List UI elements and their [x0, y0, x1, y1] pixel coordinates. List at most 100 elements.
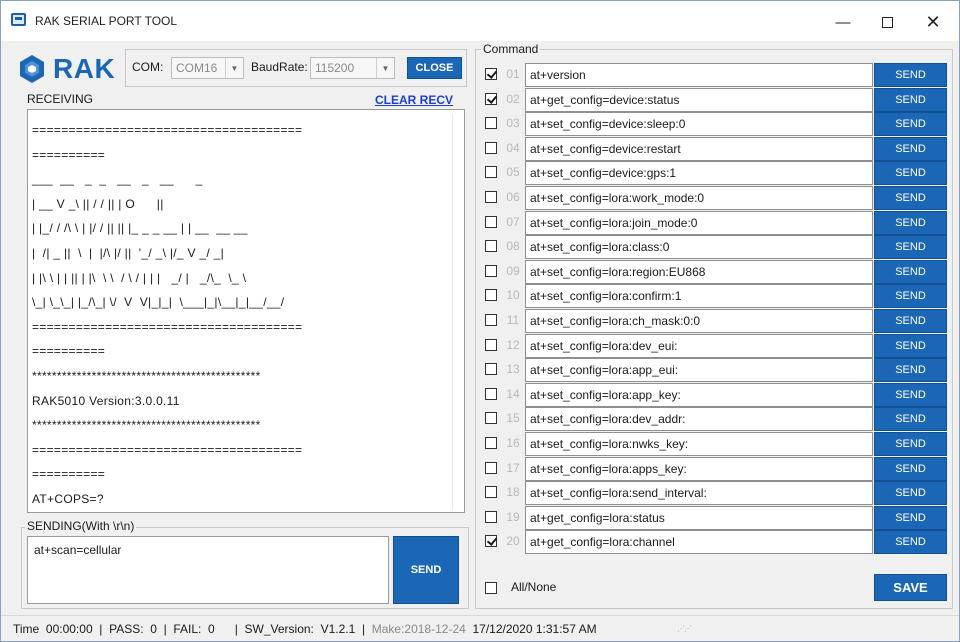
chevron-down-icon[interactable]: ▼: [225, 58, 243, 78]
sw-version-value: V1.2.1: [320, 621, 356, 636]
receive-line: \_| \_\_| |_/\_| \/ V V|_|_| \___|_|\__|…: [32, 295, 285, 310]
command-row: 03 at+set_config=device:sleep:0 SEND: [481, 112, 951, 137]
all-none-checkbox[interactable]: [485, 582, 497, 594]
clear-recv-button[interactable]: CLEAR RECV: [375, 93, 453, 107]
send-button[interactable]: SEND: [393, 536, 459, 604]
command-input[interactable]: at+set_config=lora:app_eui:: [525, 358, 873, 383]
chevron-down-icon[interactable]: ▼: [376, 58, 394, 78]
make-date: Make:2018-12-24: [371, 621, 466, 636]
command-input[interactable]: at+set_config=lora:apps_key:: [525, 456, 873, 481]
receive-line: =====================================: [32, 123, 303, 137]
command-input[interactable]: at+set_config=lora:ch_mask:0:0: [525, 309, 873, 333]
command-checkbox[interactable]: [485, 363, 497, 376]
command-send-button[interactable]: SEND: [874, 358, 947, 383]
close-window-button[interactable]: ✕: [911, 9, 955, 35]
receive-text-area[interactable]: ===================================== ===…: [27, 109, 465, 513]
baudrate-select[interactable]: 115200 ▼: [310, 57, 395, 79]
command-checkbox[interactable]: [485, 68, 497, 80]
rak-logo-text: RAK: [53, 53, 116, 84]
command-send-button[interactable]: SEND: [874, 333, 947, 358]
title-bar[interactable]: RAK SERIAL PORT TOOL — ✕: [1, 1, 959, 41]
command-send-button[interactable]: SEND: [874, 259, 947, 284]
command-index: 16: [506, 436, 520, 450]
command-checkbox[interactable]: [485, 166, 497, 179]
command-send-button[interactable]: SEND: [874, 136, 947, 161]
command-send-button[interactable]: SEND: [874, 63, 947, 87]
command-input[interactable]: at+set_config=lora:join_mode:0: [525, 210, 873, 235]
command-send-button[interactable]: SEND: [874, 382, 947, 407]
minimize-button[interactable]: —: [821, 9, 865, 35]
command-send-button[interactable]: SEND: [874, 309, 947, 333]
receive-scrollbar[interactable]: [452, 114, 460, 510]
command-send-button[interactable]: SEND: [874, 87, 947, 112]
receive-line: | /| _ || \ | |/\ |/ || '_/ _\ |/_ V _/ …: [32, 245, 225, 260]
save-button[interactable]: SAVE: [874, 574, 947, 601]
command-checkbox[interactable]: [485, 92, 497, 105]
command-row: 14 at+set_config=lora:app_key: SEND: [481, 382, 951, 407]
command-input[interactable]: at+get_config=lora:channel: [525, 530, 873, 555]
command-input[interactable]: at+set_config=lora:confirm:1: [525, 284, 873, 309]
command-send-button[interactable]: SEND: [874, 456, 947, 481]
command-index: 08: [506, 239, 520, 254]
command-send-button[interactable]: SEND: [874, 112, 947, 137]
command-checkbox[interactable]: [485, 387, 497, 400]
receive-line: | |\ \ | | || | |\ \ \ / \ / | | | _/ | …: [32, 270, 247, 285]
command-send-button[interactable]: SEND: [874, 481, 947, 506]
command-input[interactable]: at+get_config=lora:status: [525, 505, 873, 530]
command-row: 12 at+set_config=lora:dev_eui: SEND: [481, 333, 951, 358]
send-text-input[interactable]: at+scan=cellular: [27, 536, 389, 604]
command-input[interactable]: at+set_config=lora:region:EU868: [525, 259, 873, 284]
command-send-button[interactable]: SEND: [874, 530, 947, 555]
com-port-select[interactable]: COM16 ▼: [171, 57, 244, 79]
command-checkbox[interactable]: [485, 240, 497, 253]
command-send-button[interactable]: SEND: [874, 505, 947, 530]
command-input[interactable]: at+set_config=lora:send_interval:: [525, 481, 873, 506]
receiving-label: RECEIVING: [25, 92, 96, 106]
command-checkbox[interactable]: [485, 338, 497, 351]
resize-grip-icon[interactable]: ⋰⋰: [677, 624, 692, 636]
command-send-button[interactable]: SEND: [874, 186, 947, 210]
command-index: 20: [506, 534, 520, 549]
command-index: 07: [506, 214, 520, 229]
command-row: 13 at+set_config=lora:app_eui: SEND: [481, 358, 951, 383]
status-datetime: 17/12/2020 1:31:57 AM: [472, 621, 597, 636]
command-input[interactable]: at+set_config=lora:dev_eui:: [525, 333, 873, 358]
command-checkbox[interactable]: [485, 191, 497, 203]
command-send-button[interactable]: SEND: [874, 432, 947, 456]
receive-line: | __ V _\ || / / || | O ||: [32, 196, 164, 211]
command-input[interactable]: at+set_config=lora:work_mode:0: [525, 186, 873, 210]
command-send-button[interactable]: SEND: [874, 161, 947, 186]
close-port-button[interactable]: CLOSE: [407, 57, 462, 79]
command-checkbox[interactable]: [485, 141, 497, 154]
command-checkbox[interactable]: [485, 117, 497, 130]
command-checkbox[interactable]: [485, 215, 497, 228]
command-input[interactable]: at+set_config=lora:dev_addr:: [525, 407, 873, 432]
command-input[interactable]: at+set_config=device:restart: [525, 136, 873, 161]
command-checkbox[interactable]: [485, 437, 497, 449]
command-checkbox[interactable]: [485, 510, 497, 523]
command-checkbox[interactable]: [485, 289, 497, 302]
command-input[interactable]: at+get_config=device:status: [525, 87, 873, 112]
receive-line: ==========: [32, 147, 106, 162]
command-input[interactable]: at+set_config=lora:class:0: [525, 235, 873, 260]
command-input[interactable]: at+set_config=lora:nwks_key:: [525, 432, 873, 456]
command-checkbox[interactable]: [485, 314, 497, 326]
command-input[interactable]: at+set_config=lora:app_key:: [525, 382, 873, 407]
maximize-button[interactable]: [865, 9, 909, 35]
command-send-button[interactable]: SEND: [874, 407, 947, 432]
command-row: 05 at+set_config=device:gps:1 SEND: [481, 161, 951, 186]
all-none-toggle[interactable]: All/None: [481, 577, 681, 597]
command-checkbox[interactable]: [485, 412, 497, 425]
command-index: 02: [506, 91, 520, 106]
sending-label: SENDING(With \r\n): [25, 519, 137, 533]
command-input[interactable]: at+set_config=device:sleep:0: [525, 112, 873, 137]
command-checkbox[interactable]: [485, 461, 497, 474]
command-send-button[interactable]: SEND: [874, 210, 947, 235]
command-input[interactable]: at+set_config=device:gps:1: [525, 161, 873, 186]
command-send-button[interactable]: SEND: [874, 284, 947, 309]
command-checkbox[interactable]: [485, 486, 497, 499]
command-input[interactable]: at+version: [525, 63, 873, 87]
command-checkbox[interactable]: [485, 535, 497, 548]
command-checkbox[interactable]: [485, 264, 497, 277]
command-send-button[interactable]: SEND: [874, 235, 947, 260]
